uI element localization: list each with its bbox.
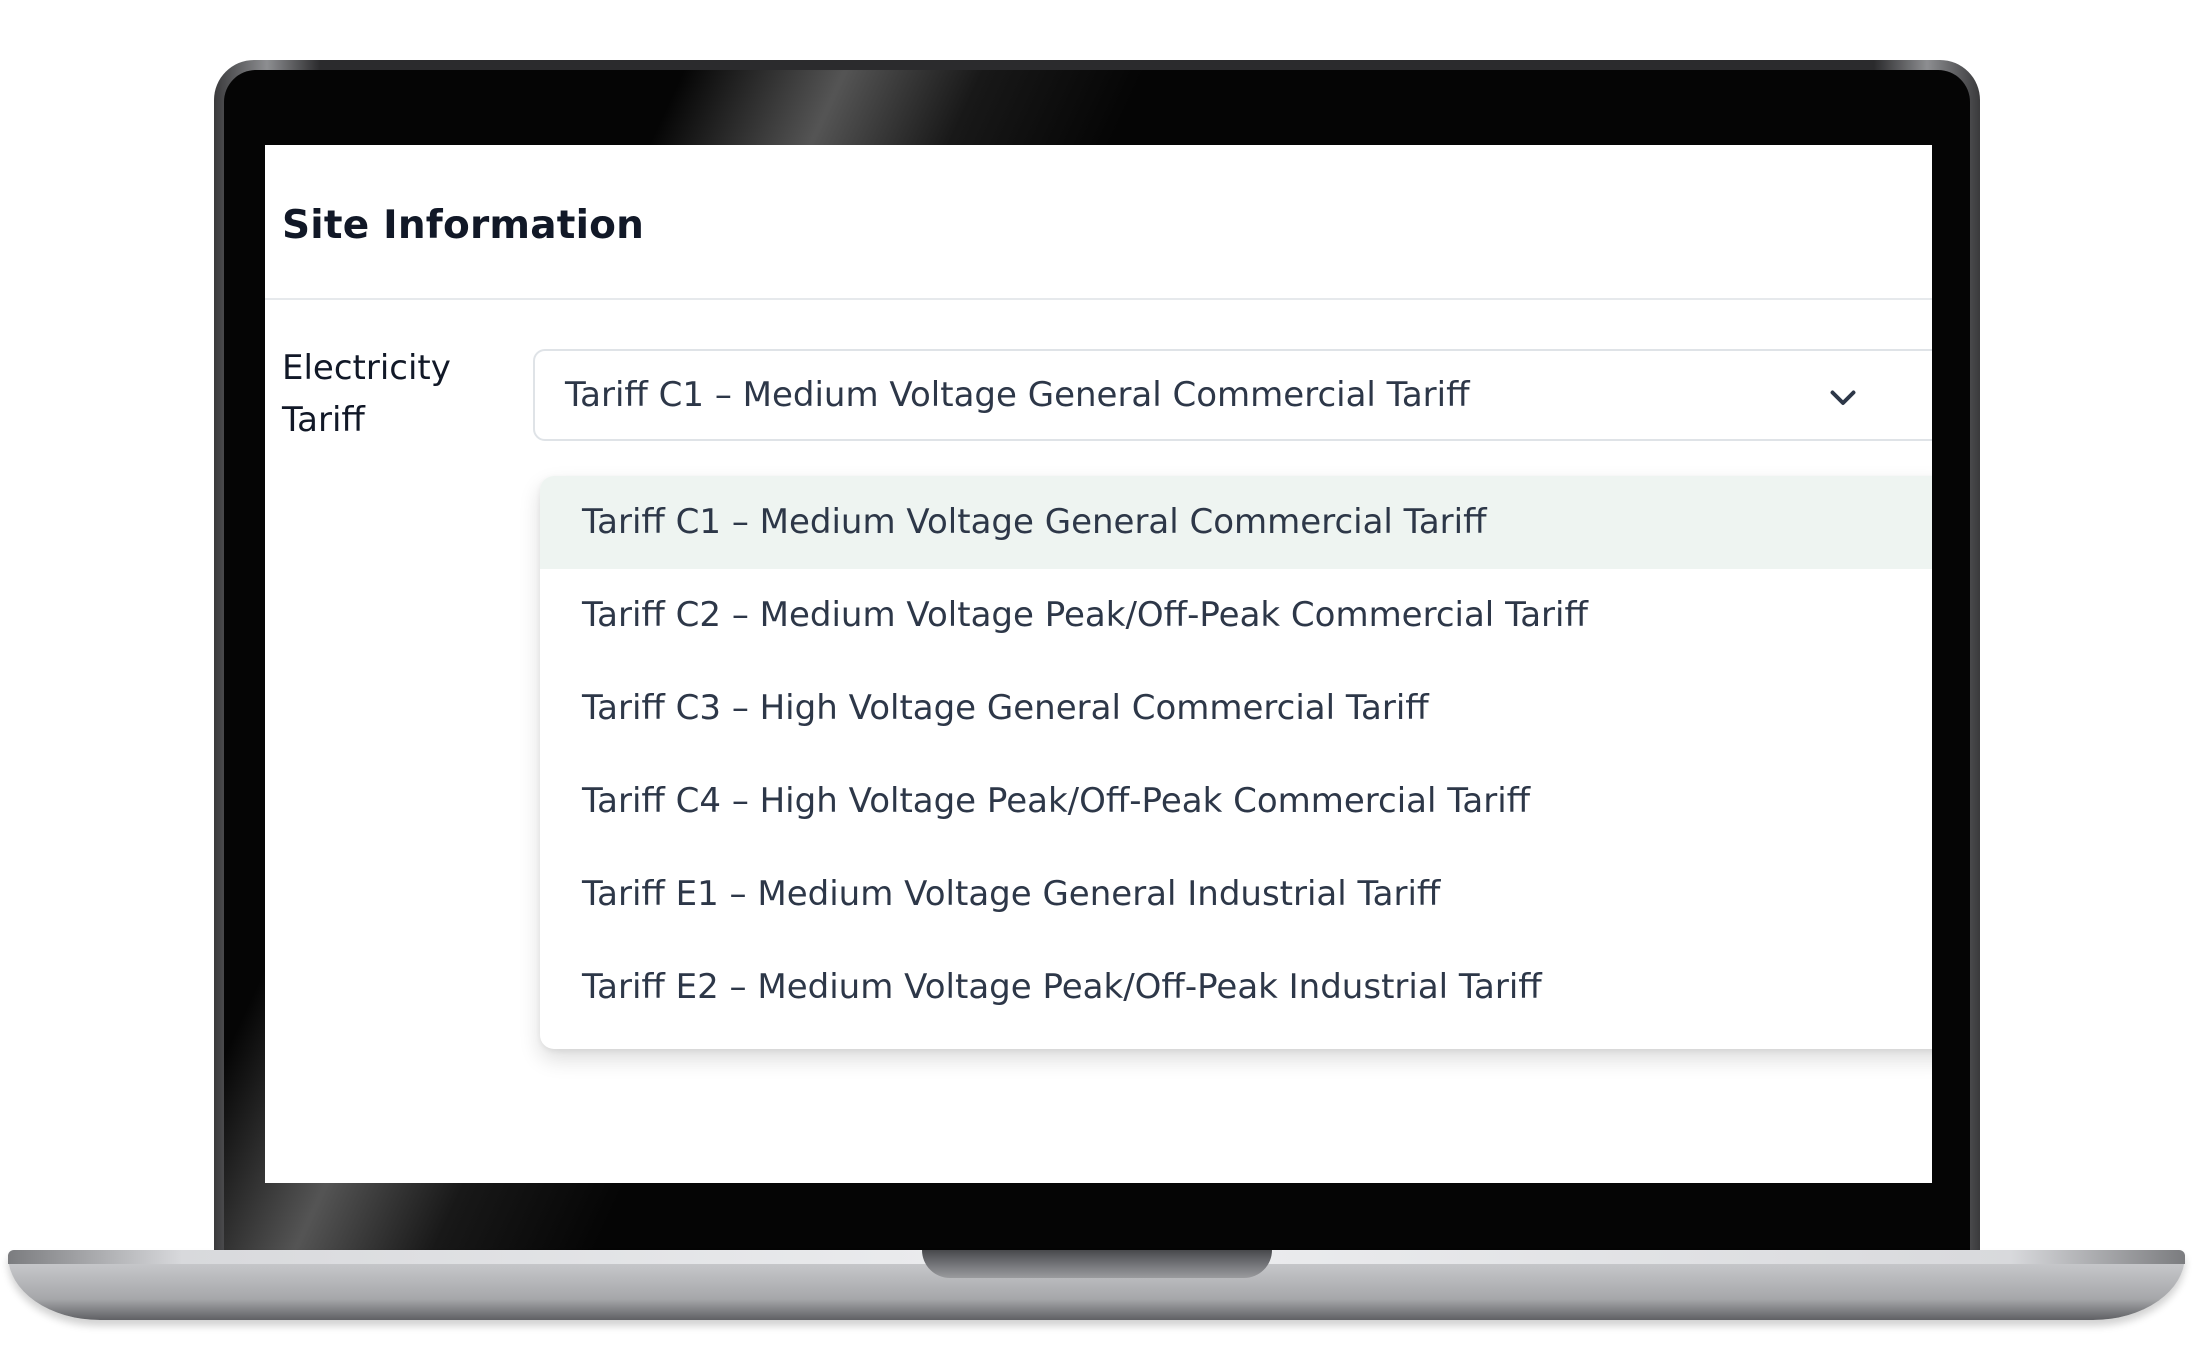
tariff-option-c4[interactable]: Tariff C4 – High Voltage Peak/Off-Peak C… xyxy=(540,755,1932,848)
tariff-select[interactable]: Tariff C1 – Medium Voltage General Comme… xyxy=(533,349,1932,441)
tariff-select-value: Tariff C1 – Medium Voltage General Comme… xyxy=(565,375,1470,415)
page-title: Site Information xyxy=(282,203,645,248)
app-screen: Site Information Electricity Tariff Tari… xyxy=(265,145,1932,1183)
laptop-mockup: Site Information Electricity Tariff Tari… xyxy=(0,0,2193,1358)
tariff-option-c2[interactable]: Tariff C2 – Medium Voltage Peak/Off-Peak… xyxy=(540,569,1932,662)
chevron-down-icon[interactable] xyxy=(1825,379,1861,415)
page-header: Site Information xyxy=(265,145,1932,300)
tariff-option-c3[interactable]: Tariff C3 – High Voltage General Commerc… xyxy=(540,662,1932,755)
tariff-dropdown-menu: Tariff C1 – Medium Voltage General Comme… xyxy=(540,476,1932,1049)
tariff-option-c1[interactable]: Tariff C1 – Medium Voltage General Comme… xyxy=(540,476,1932,569)
tariff-option-e1[interactable]: Tariff E1 – Medium Voltage General Indus… xyxy=(540,848,1932,941)
laptop-hinge-notch xyxy=(922,1250,1272,1278)
electricity-tariff-label: Electricity Tariff xyxy=(282,348,451,440)
tariff-option-e2[interactable]: Tariff E2 – Medium Voltage Peak/Off-Peak… xyxy=(540,941,1932,1034)
